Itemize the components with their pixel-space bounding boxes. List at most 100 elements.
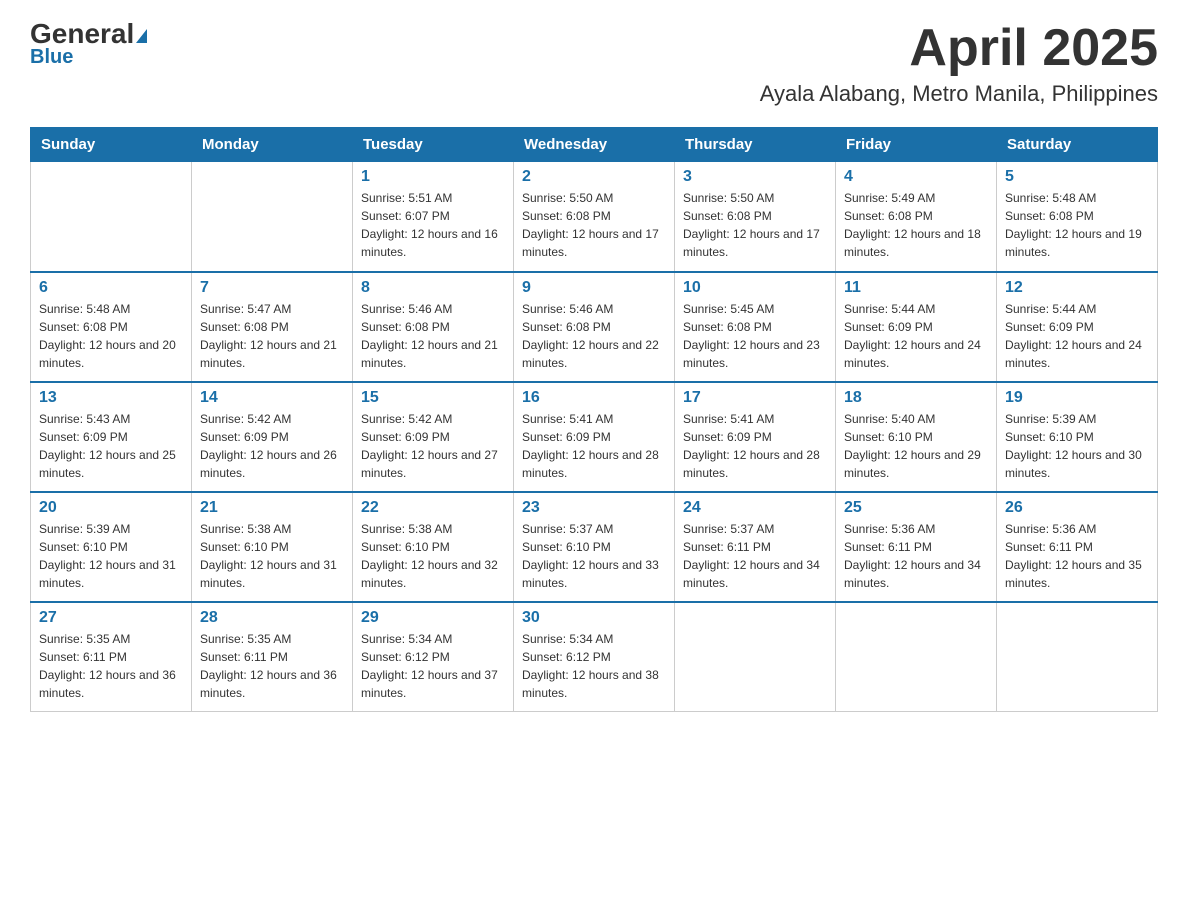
- day-info: Sunrise: 5:36 AMSunset: 6:11 PMDaylight:…: [844, 520, 988, 592]
- calendar-cell: 16 Sunrise: 5:41 AMSunset: 6:09 PMDayligh…: [514, 382, 675, 492]
- calendar-cell: 6 Sunrise: 5:48 AMSunset: 6:08 PMDaylight…: [31, 272, 192, 382]
- day-info: Sunrise: 5:37 AMSunset: 6:10 PMDaylight:…: [522, 520, 666, 592]
- calendar-cell: [31, 162, 192, 272]
- day-number: 20: [39, 499, 183, 517]
- weekday-header-tuesday: Tuesday: [353, 128, 514, 162]
- day-info: Sunrise: 5:48 AMSunset: 6:08 PMDaylight:…: [39, 300, 183, 372]
- day-info: Sunrise: 5:48 AMSunset: 6:08 PMDaylight:…: [1005, 189, 1149, 261]
- day-number: 26: [1005, 499, 1149, 517]
- day-info: Sunrise: 5:34 AMSunset: 6:12 PMDaylight:…: [522, 630, 666, 702]
- calendar-cell: 11 Sunrise: 5:44 AMSunset: 6:09 PMDayligh…: [836, 272, 997, 382]
- page-title: April 2025: [760, 20, 1158, 77]
- calendar-week-row: 6 Sunrise: 5:48 AMSunset: 6:08 PMDaylight…: [31, 272, 1158, 382]
- calendar-cell: 12 Sunrise: 5:44 AMSunset: 6:09 PMDayligh…: [997, 272, 1158, 382]
- calendar-cell: 25 Sunrise: 5:36 AMSunset: 6:11 PMDayligh…: [836, 492, 997, 602]
- day-info: Sunrise: 5:37 AMSunset: 6:11 PMDaylight:…: [683, 520, 827, 592]
- logo: General Blue: [30, 20, 147, 69]
- day-number: 3: [683, 168, 827, 186]
- day-number: 29: [361, 609, 505, 627]
- calendar-cell: 28 Sunrise: 5:35 AMSunset: 6:11 PMDayligh…: [192, 602, 353, 712]
- day-number: 8: [361, 279, 505, 297]
- day-info: Sunrise: 5:50 AMSunset: 6:08 PMDaylight:…: [522, 189, 666, 261]
- calendar-cell: 10 Sunrise: 5:45 AMSunset: 6:08 PMDayligh…: [675, 272, 836, 382]
- calendar-cell: 4 Sunrise: 5:49 AMSunset: 6:08 PMDaylight…: [836, 162, 997, 272]
- calendar-cell: 2 Sunrise: 5:50 AMSunset: 6:08 PMDaylight…: [514, 162, 675, 272]
- calendar-table: SundayMondayTuesdayWednesdayThursdayFrid…: [30, 127, 1158, 712]
- day-info: Sunrise: 5:49 AMSunset: 6:08 PMDaylight:…: [844, 189, 988, 261]
- day-number: 10: [683, 279, 827, 297]
- day-number: 7: [200, 279, 344, 297]
- day-info: Sunrise: 5:47 AMSunset: 6:08 PMDaylight:…: [200, 300, 344, 372]
- day-number: 1: [361, 168, 505, 186]
- logo-blue-text: Blue: [30, 46, 73, 69]
- day-info: Sunrise: 5:42 AMSunset: 6:09 PMDaylight:…: [200, 410, 344, 482]
- day-number: 5: [1005, 168, 1149, 186]
- day-number: 14: [200, 389, 344, 407]
- weekday-header-saturday: Saturday: [997, 128, 1158, 162]
- calendar-cell: 17Sunrise: 5:41 AMSunset: 6:09 PMDayligh…: [675, 382, 836, 492]
- calendar-cell: 19 Sunrise: 5:39 AMSunset: 6:10 PMDayligh…: [997, 382, 1158, 492]
- calendar-cell: 29 Sunrise: 5:34 AMSunset: 6:12 PMDayligh…: [353, 602, 514, 712]
- calendar-cell: 1 Sunrise: 5:51 AMSunset: 6:07 PMDaylight…: [353, 162, 514, 272]
- day-number: 24: [683, 499, 827, 517]
- calendar-week-row: 27 Sunrise: 5:35 AMSunset: 6:11 PMDayligh…: [31, 602, 1158, 712]
- calendar-cell: 30Sunrise: 5:34 AMSunset: 6:12 PMDayligh…: [514, 602, 675, 712]
- page-header: General Blue April 2025 Ayala Alabang, M…: [30, 20, 1158, 107]
- page-subtitle: Ayala Alabang, Metro Manila, Philippines: [760, 81, 1158, 107]
- day-info: Sunrise: 5:40 AMSunset: 6:10 PMDaylight:…: [844, 410, 988, 482]
- day-number: 6: [39, 279, 183, 297]
- calendar-cell: [192, 162, 353, 272]
- day-info: Sunrise: 5:45 AMSunset: 6:08 PMDaylight:…: [683, 300, 827, 372]
- day-number: 27: [39, 609, 183, 627]
- day-info: Sunrise: 5:46 AMSunset: 6:08 PMDaylight:…: [361, 300, 505, 372]
- calendar-cell: 22Sunrise: 5:38 AMSunset: 6:10 PMDayligh…: [353, 492, 514, 602]
- day-info: Sunrise: 5:51 AMSunset: 6:07 PMDaylight:…: [361, 189, 505, 261]
- calendar-week-row: 13 Sunrise: 5:43 AMSunset: 6:09 PMDayligh…: [31, 382, 1158, 492]
- day-number: 9: [522, 279, 666, 297]
- day-number: 11: [844, 279, 988, 297]
- calendar-cell: 24 Sunrise: 5:37 AMSunset: 6:11 PMDayligh…: [675, 492, 836, 602]
- day-number: 18: [844, 389, 988, 407]
- day-info: Sunrise: 5:43 AMSunset: 6:09 PMDaylight:…: [39, 410, 183, 482]
- day-number: 13: [39, 389, 183, 407]
- weekday-header-monday: Monday: [192, 128, 353, 162]
- calendar-cell: 8 Sunrise: 5:46 AMSunset: 6:08 PMDaylight…: [353, 272, 514, 382]
- day-info: Sunrise: 5:39 AMSunset: 6:10 PMDaylight:…: [1005, 410, 1149, 482]
- day-number: 22: [361, 499, 505, 517]
- calendar-cell: 21 Sunrise: 5:38 AMSunset: 6:10 PMDayligh…: [192, 492, 353, 602]
- calendar-cell: 13 Sunrise: 5:43 AMSunset: 6:09 PMDayligh…: [31, 382, 192, 492]
- day-info: Sunrise: 5:50 AMSunset: 6:08 PMDaylight:…: [683, 189, 827, 261]
- calendar-cell: 3 Sunrise: 5:50 AMSunset: 6:08 PMDaylight…: [675, 162, 836, 272]
- day-info: Sunrise: 5:38 AMSunset: 6:10 PMDaylight:…: [200, 520, 344, 592]
- day-info: Sunrise: 5:35 AMSunset: 6:11 PMDaylight:…: [200, 630, 344, 702]
- calendar-cell: 26Sunrise: 5:36 AMSunset: 6:11 PMDayligh…: [997, 492, 1158, 602]
- day-number: 21: [200, 499, 344, 517]
- calendar-cell: 20 Sunrise: 5:39 AMSunset: 6:10 PMDayligh…: [31, 492, 192, 602]
- weekday-header-friday: Friday: [836, 128, 997, 162]
- day-info: Sunrise: 5:44 AMSunset: 6:09 PMDaylight:…: [844, 300, 988, 372]
- day-number: 19: [1005, 389, 1149, 407]
- calendar-cell: 5 Sunrise: 5:48 AMSunset: 6:08 PMDaylight…: [997, 162, 1158, 272]
- calendar-cell: 14 Sunrise: 5:42 AMSunset: 6:09 PMDayligh…: [192, 382, 353, 492]
- day-info: Sunrise: 5:46 AMSunset: 6:08 PMDaylight:…: [522, 300, 666, 372]
- weekday-header-wednesday: Wednesday: [514, 128, 675, 162]
- weekday-header-sunday: Sunday: [31, 128, 192, 162]
- calendar-cell: [997, 602, 1158, 712]
- day-info: Sunrise: 5:41 AMSunset: 6:09 PMDaylight:…: [522, 410, 666, 482]
- day-info: Sunrise: 5:44 AMSunset: 6:09 PMDaylight:…: [1005, 300, 1149, 372]
- day-number: 16: [522, 389, 666, 407]
- day-info: Sunrise: 5:39 AMSunset: 6:10 PMDaylight:…: [39, 520, 183, 592]
- day-number: 4: [844, 168, 988, 186]
- day-number: 25: [844, 499, 988, 517]
- day-number: 2: [522, 168, 666, 186]
- day-info: Sunrise: 5:34 AMSunset: 6:12 PMDaylight:…: [361, 630, 505, 702]
- day-info: Sunrise: 5:35 AMSunset: 6:11 PMDaylight:…: [39, 630, 183, 702]
- day-info: Sunrise: 5:41 AMSunset: 6:09 PMDaylight:…: [683, 410, 827, 482]
- calendar-header-row: SundayMondayTuesdayWednesdayThursdayFrid…: [31, 128, 1158, 162]
- day-number: 12: [1005, 279, 1149, 297]
- calendar-cell: 15Sunrise: 5:42 AMSunset: 6:09 PMDayligh…: [353, 382, 514, 492]
- calendar-cell: [836, 602, 997, 712]
- day-number: 28: [200, 609, 344, 627]
- title-block: April 2025 Ayala Alabang, Metro Manila, …: [760, 20, 1158, 107]
- calendar-cell: 27 Sunrise: 5:35 AMSunset: 6:11 PMDayligh…: [31, 602, 192, 712]
